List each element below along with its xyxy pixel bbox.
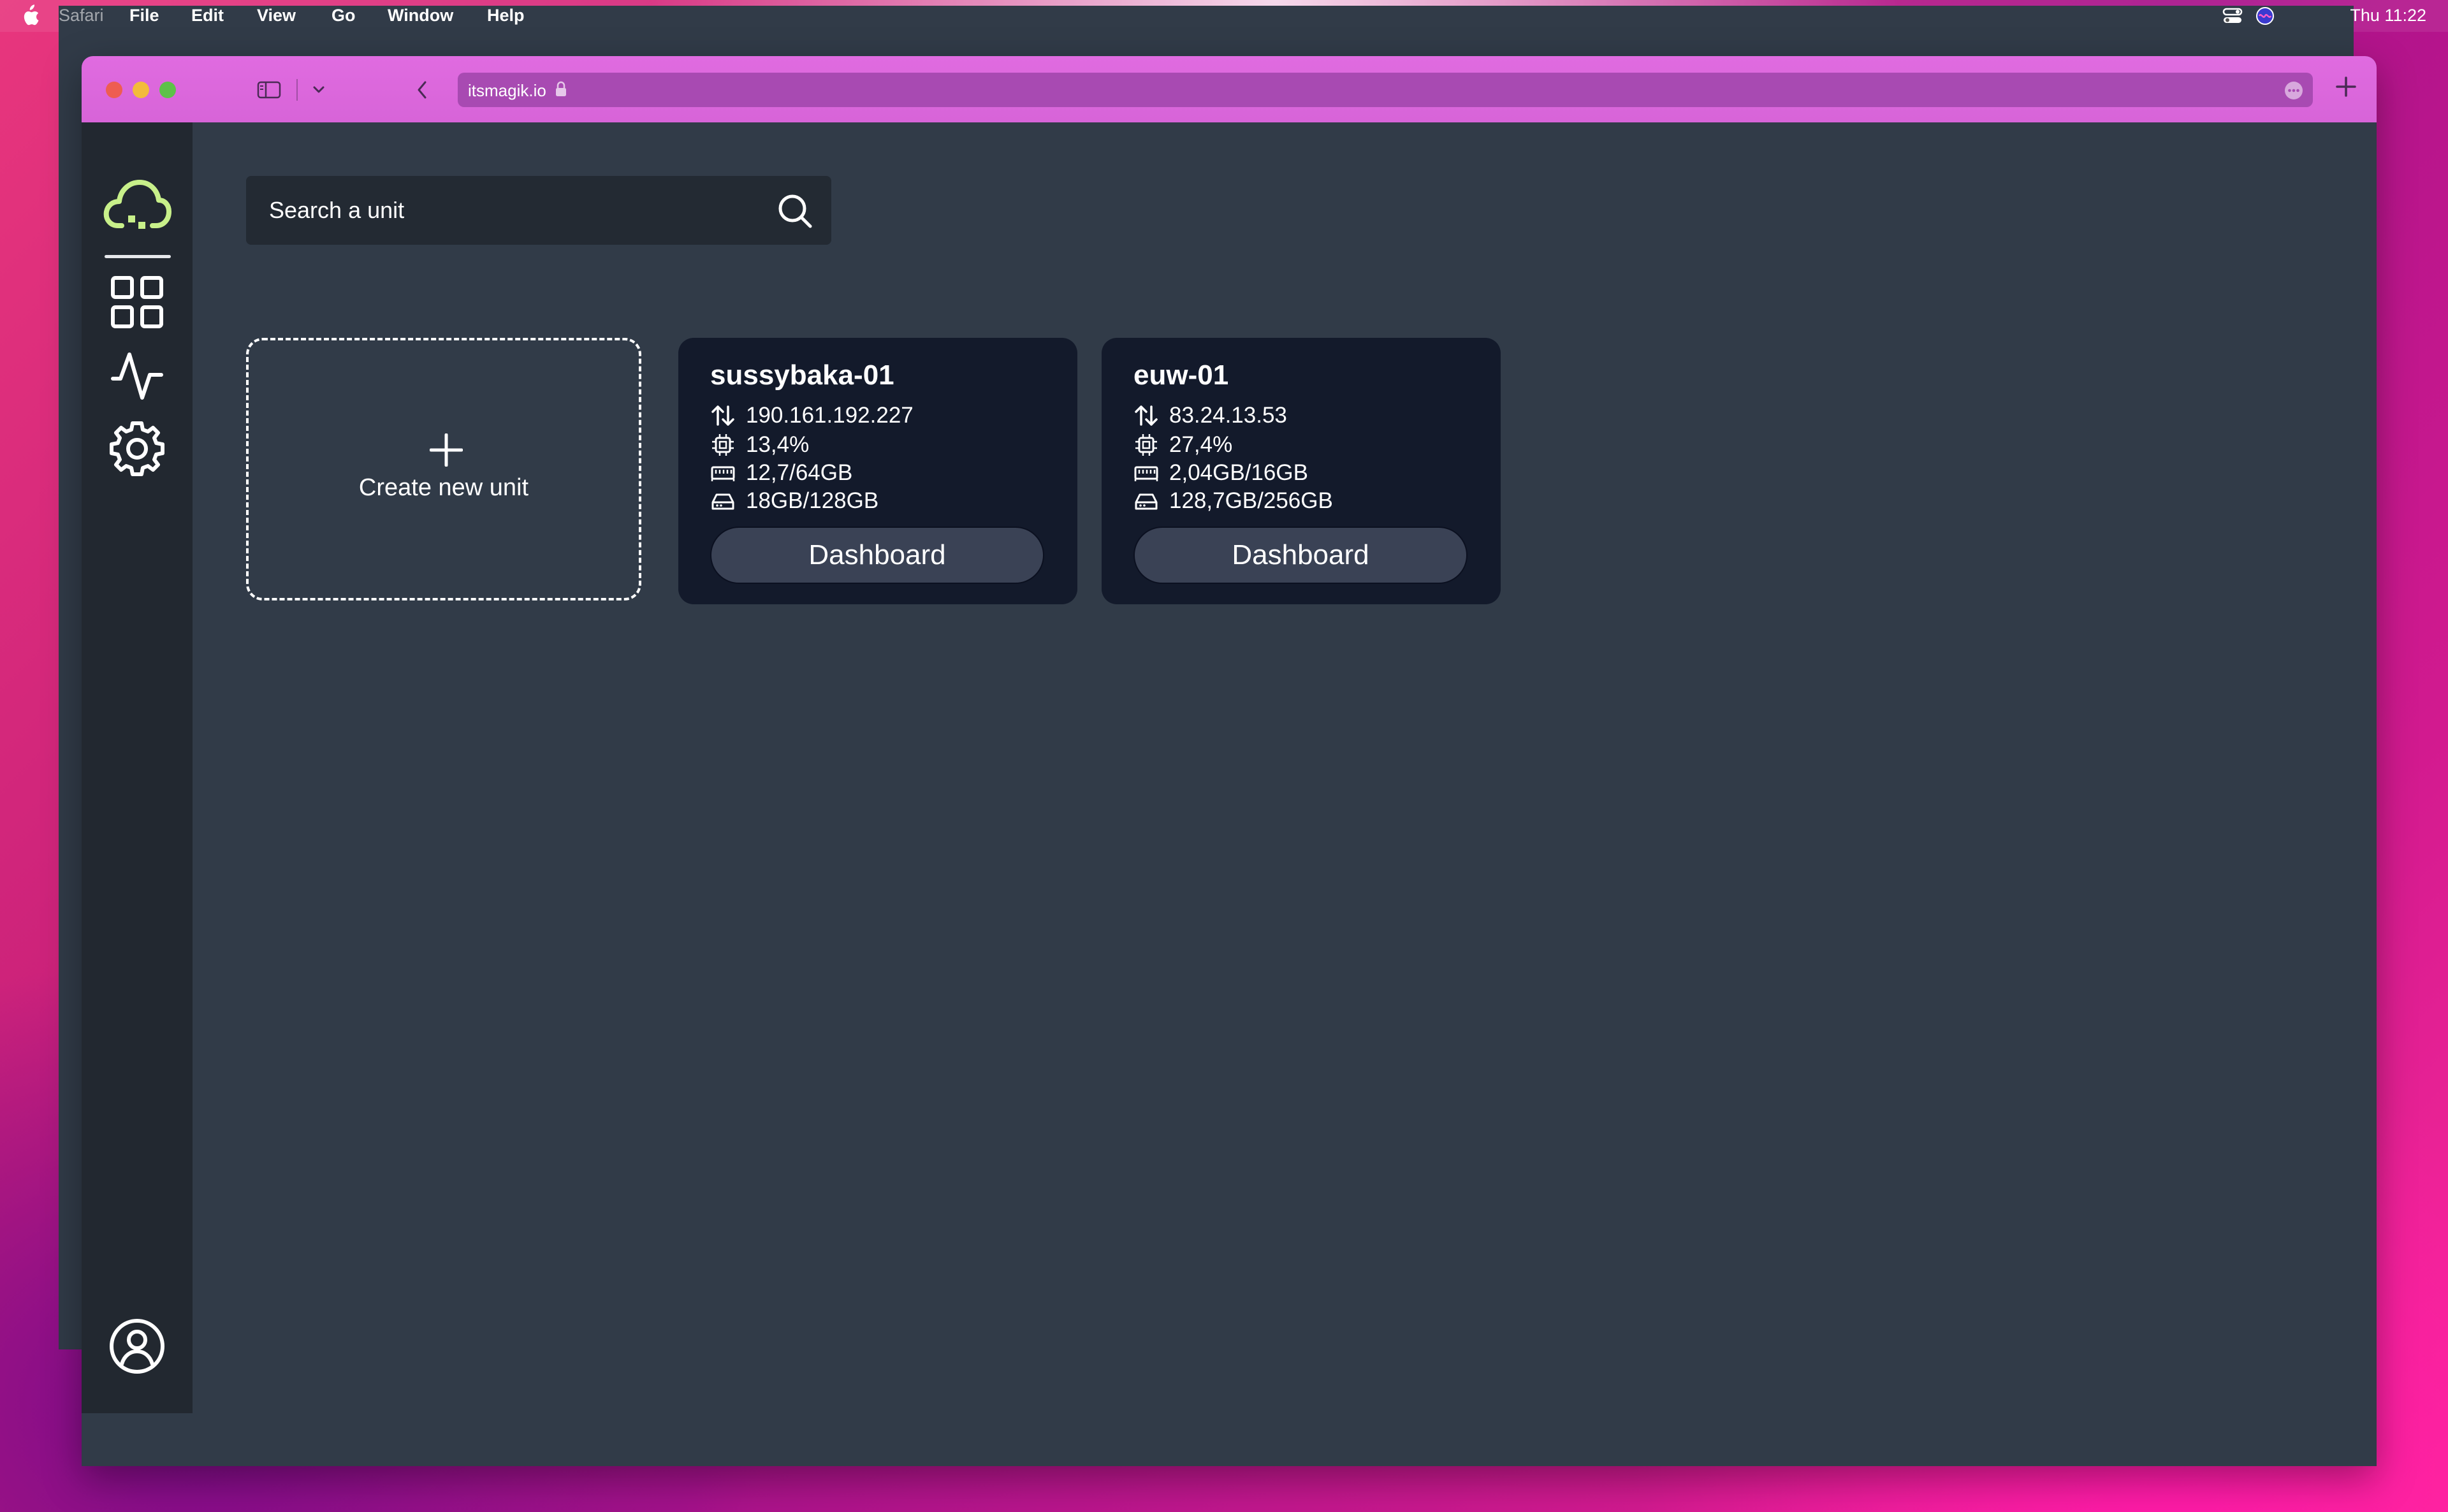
dashboard-button[interactable]: Dashboard xyxy=(1133,527,1468,584)
unit-disk: 128,7GB/256GB xyxy=(1169,488,1333,513)
create-unit-card[interactable]: Create new unit xyxy=(246,338,641,600)
unit-card: euw-01 83.24.13.53 27,4% 2,04GB/16GB 128… xyxy=(1102,338,1501,604)
browser-window: itsmagik.io Search a unit Create new uni… xyxy=(82,56,2377,1466)
menubar-clock[interactable]: Thu 11:22 xyxy=(2350,6,2426,25)
menu-help[interactable]: Help xyxy=(487,6,525,25)
menu-go[interactable]: Go xyxy=(332,6,356,25)
unit-ip-row: 83.24.13.53 xyxy=(1133,402,1287,430)
back-chevron-icon[interactable] xyxy=(414,79,430,101)
browser-toolbar: itsmagik.io xyxy=(82,56,2377,122)
close-window-button[interactable] xyxy=(106,82,122,98)
cpu-icon xyxy=(1135,434,1157,456)
unit-ram: 2,04GB/16GB xyxy=(1169,460,1308,485)
control-center-icon[interactable] xyxy=(2222,6,2243,25)
create-unit-label: Create new unit xyxy=(358,474,529,501)
gear-icon[interactable] xyxy=(103,414,171,483)
more-options-icon[interactable] xyxy=(2284,80,2304,101)
menu-window[interactable]: Window xyxy=(388,6,453,25)
app-content: Create new unit sussybaka-01 190.161.192… xyxy=(82,122,2377,1466)
unit-ram-row: 2,04GB/16GB xyxy=(1133,459,1308,487)
toolbar-divider xyxy=(296,79,298,101)
search-icon[interactable] xyxy=(776,193,813,229)
lock-icon xyxy=(556,81,566,96)
apple-icon[interactable] xyxy=(19,4,40,27)
unit-cpu-row: 13,4% xyxy=(710,431,809,459)
menu-edit[interactable]: Edit xyxy=(191,6,224,25)
hard-drive-icon xyxy=(1135,493,1158,510)
memory-icon xyxy=(711,466,735,481)
sidebar-active-indicator xyxy=(105,255,171,258)
transfer-arrows-icon xyxy=(1135,405,1158,426)
new-tab-icon[interactable] xyxy=(2333,74,2359,99)
unit-cpu: 13,4% xyxy=(746,432,810,457)
unit-disk-row: 18GB/128GB xyxy=(710,487,878,515)
address-url[interactable]: itsmagik.io xyxy=(468,81,546,101)
unit-disk: 18GB/128GB xyxy=(746,488,879,513)
menu-bar: Safari File Edit View Go Window Help Thu… xyxy=(0,0,2448,1349)
cloud-icon[interactable] xyxy=(103,176,171,237)
unit-disk-row: 128,7GB/256GB xyxy=(1133,487,1333,515)
unit-ram: 12,7/64GB xyxy=(746,460,853,485)
zoom-window-button[interactable] xyxy=(159,82,176,98)
cpu-icon xyxy=(712,434,734,456)
search-input[interactable] xyxy=(268,193,755,228)
unit-name: sussybaka-01 xyxy=(710,360,894,391)
plus-icon xyxy=(430,433,463,467)
user-icon[interactable] xyxy=(103,1312,171,1381)
unit-name: euw-01 xyxy=(1133,360,1229,391)
sidebar-toggle-icon[interactable] xyxy=(256,80,282,99)
search-box xyxy=(246,176,831,245)
address-bar[interactable]: itsmagik.io xyxy=(458,73,2313,107)
menu-view[interactable]: View xyxy=(257,6,296,25)
transfer-arrows-icon xyxy=(711,405,734,426)
unit-ip: 190.161.192.227 xyxy=(746,403,914,428)
hard-drive-icon xyxy=(711,493,734,510)
siri-icon[interactable] xyxy=(2255,6,2275,25)
minimize-window-button[interactable] xyxy=(133,82,149,98)
dashboard-button[interactable]: Dashboard xyxy=(710,527,1044,584)
chevron-down-icon[interactable] xyxy=(311,84,326,96)
unit-cpu-row: 27,4% xyxy=(1133,431,1232,459)
grid-icon[interactable] xyxy=(103,268,171,337)
unit-ip: 83.24.13.53 xyxy=(1169,403,1287,428)
unit-ram-row: 12,7/64GB xyxy=(710,459,852,487)
memory-icon xyxy=(1134,466,1158,481)
activity-icon[interactable] xyxy=(103,344,171,408)
unit-cpu: 27,4% xyxy=(1169,432,1233,457)
menu-file[interactable]: File xyxy=(129,6,159,25)
unit-ip-row: 190.161.192.227 xyxy=(710,402,914,430)
unit-card: sussybaka-01 190.161.192.227 13,4% 12,7/… xyxy=(678,338,1077,604)
sidebar xyxy=(82,122,193,1413)
